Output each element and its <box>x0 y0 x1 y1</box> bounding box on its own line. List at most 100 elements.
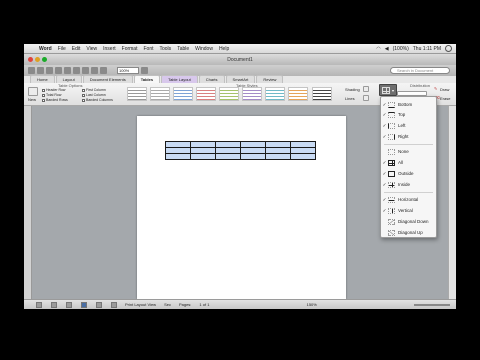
menu-item-no-border[interactable]: None <box>381 147 438 156</box>
option-total-row[interactable]: Total Row <box>42 93 61 97</box>
tab-tables[interactable]: Tables <box>133 75 161 83</box>
menu-item-diagonal-up-border[interactable]: Diagonal Up <box>381 228 438 237</box>
tab-table-layout[interactable]: Table Layout <box>161 75 198 83</box>
tab-smartart[interactable]: SmartArt <box>225 75 256 83</box>
borders-dropdown-button[interactable]: ▾ <box>379 84 397 96</box>
ribbon-tabs: Home Layout Document Elements Tables Tab… <box>24 75 456 83</box>
menu-table[interactable]: Table <box>174 44 192 54</box>
option-first-column[interactable]: First Column <box>82 88 106 92</box>
menu-item-right-border[interactable]: ✓ Right <box>381 132 438 141</box>
menu-file[interactable]: File <box>55 44 69 54</box>
tab-review[interactable]: Review <box>256 75 284 83</box>
border-horizontal-icon <box>388 196 395 203</box>
menu-bar: Word File Edit View Insert Format Font T… <box>24 44 456 54</box>
border-none-icon <box>388 148 395 155</box>
line-style-icon[interactable] <box>363 95 369 101</box>
checkmark-icon: ✓ <box>382 170 387 176</box>
table-cell[interactable] <box>165 153 191 160</box>
search-input[interactable]: Search in Document <box>390 67 450 74</box>
menu-item-all-borders[interactable]: ✓ All <box>381 158 438 167</box>
new-table-button[interactable]: New <box>28 97 36 102</box>
vertical-ruler <box>24 106 32 299</box>
menu-item-inside-borders[interactable]: ✓ Inside <box>381 180 438 189</box>
table-style-teal[interactable] <box>265 87 285 101</box>
table-style-blue[interactable] <box>173 87 193 101</box>
menu-font[interactable]: Font <box>140 44 156 54</box>
option-last-column[interactable]: Last Column <box>82 93 106 97</box>
new-table-icon[interactable] <box>28 87 38 96</box>
view-draft-icon[interactable] <box>36 301 42 308</box>
battery-status[interactable]: (100%) <box>393 46 409 52</box>
menu-insert[interactable]: Insert <box>100 44 119 54</box>
group-draw-borders-title: Distribution <box>410 83 431 88</box>
option-banded-rows[interactable]: Banded Rows <box>42 98 68 102</box>
border-right-icon <box>388 133 395 140</box>
section-label: Sec <box>164 302 171 307</box>
table-cell[interactable] <box>190 153 216 160</box>
option-banded-columns[interactable]: Banded Columns <box>82 98 113 102</box>
border-vertical-icon <box>388 207 395 214</box>
view-full-screen-icon[interactable] <box>111 301 117 308</box>
undo-icon[interactable] <box>64 67 71 74</box>
spotlight-search-icon[interactable] <box>445 45 452 52</box>
table-cell[interactable] <box>215 153 241 160</box>
help-icon[interactable] <box>141 67 148 74</box>
table-style-dark[interactable] <box>312 87 332 101</box>
wifi-icon[interactable]: ◠ <box>376 46 380 52</box>
option-label: First Column <box>86 88 106 92</box>
menu-item-horizontal-border[interactable]: ✓ Horizontal <box>381 195 438 204</box>
border-outside-icon <box>388 170 395 177</box>
print-icon[interactable] <box>55 67 62 74</box>
menu-item-vertical-border[interactable]: ✓ Vertical <box>381 206 438 215</box>
menu-app-word[interactable]: Word <box>36 44 55 54</box>
redo-icon[interactable] <box>73 67 80 74</box>
table-cell[interactable] <box>290 153 316 160</box>
menu-tools[interactable]: Tools <box>157 44 175 54</box>
volume-icon[interactable]: ◀ <box>385 46 389 52</box>
checkbox-icon <box>82 98 85 102</box>
checkbox-icon <box>42 93 45 97</box>
menu-clock[interactable]: Thu 1:11 PM <box>413 46 441 52</box>
document-table[interactable] <box>165 141 316 160</box>
menu-item-bottom-border[interactable]: ✓ Bottom <box>381 100 438 109</box>
table-style-grid[interactable] <box>150 87 170 101</box>
menu-item-outside-borders[interactable]: ✓ Outside <box>381 169 438 178</box>
save-icon[interactable] <box>46 67 53 74</box>
view-print-layout-icon[interactable] <box>81 301 87 308</box>
table-cell[interactable] <box>240 153 266 160</box>
tab-document-elements[interactable]: Document Elements <box>82 75 133 83</box>
zoom-field[interactable]: 100% <box>117 67 139 74</box>
sidebar-icon[interactable] <box>91 67 98 74</box>
toolbox-icon[interactable] <box>100 67 107 74</box>
open-icon[interactable] <box>37 67 44 74</box>
menu-item-top-border[interactable]: ✓ Top <box>381 110 438 119</box>
format-painter-icon[interactable] <box>82 67 89 74</box>
zoom-slider[interactable] <box>413 303 450 306</box>
menu-view[interactable]: View <box>83 44 100 54</box>
view-notebook-icon[interactable] <box>96 301 102 308</box>
menu-help[interactable]: Help <box>216 44 232 54</box>
shading-paint-bucket-icon[interactable] <box>363 86 369 92</box>
menu-window[interactable]: Window <box>192 44 216 54</box>
menu-item-left-border[interactable]: ✓ Left <box>381 121 438 130</box>
table-style-orange[interactable] <box>288 87 308 101</box>
new-document-icon[interactable] <box>28 67 35 74</box>
view-publishing-icon[interactable] <box>66 301 72 308</box>
menu-edit[interactable]: Edit <box>69 44 84 54</box>
draw-button[interactable]: Draw <box>440 87 449 92</box>
option-header-row[interactable]: Header Row <box>42 88 65 92</box>
vertical-scrollbar[interactable] <box>448 106 456 299</box>
table-style-purple[interactable] <box>242 87 262 101</box>
view-outline-icon[interactable] <box>51 301 57 308</box>
tab-home[interactable]: Home <box>30 75 55 83</box>
table-style-plain[interactable] <box>127 87 147 101</box>
menu-format[interactable]: Format <box>119 44 141 54</box>
tab-layout[interactable]: Layout <box>55 75 82 83</box>
erase-button[interactable]: Erase <box>440 96 450 101</box>
menu-item-diagonal-down-border[interactable]: Diagonal Down <box>381 217 438 226</box>
shading-label: Shading <box>345 87 360 92</box>
tab-charts[interactable]: Charts <box>198 75 225 83</box>
table-style-green[interactable] <box>219 87 239 101</box>
table-cell[interactable] <box>265 153 291 160</box>
table-style-red[interactable] <box>196 87 216 101</box>
